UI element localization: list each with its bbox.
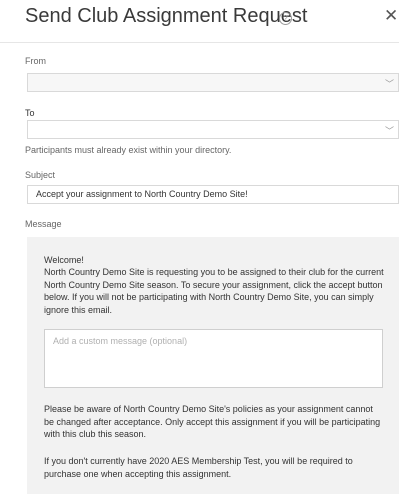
to-label: To [25,108,35,118]
subject-input[interactable]: Accept your assignment to North Country … [27,185,399,204]
to-select[interactable]: ﹀ [27,120,399,139]
from-select[interactable]: ﹀ [27,73,399,92]
message-preview: Welcome! North Country Demo Site is requ… [27,237,399,494]
chevron-down-icon: ﹀ [384,79,394,89]
close-icon[interactable]: ✕ [384,6,398,26]
custom-message-input[interactable]: Add a custom message (optional) [44,329,383,388]
from-label: From [25,56,46,66]
dialog-title: Send Club Assignment Request [25,5,308,27]
to-hint: Participants must already exist within y… [25,145,232,155]
dialog-header: Send Club Assignment Request ? ✕ [0,0,399,40]
message-body: North Country Demo Site is requesting yo… [44,267,384,315]
chevron-down-icon: ﹀ [384,126,394,136]
message-greeting: Welcome! [44,255,84,265]
policy-text: Please be aware of North Country Demo Si… [44,404,381,439]
question-circle-icon[interactable]: ? [279,12,292,25]
subject-label: Subject [25,170,56,180]
header-divider [0,42,399,43]
membership-text: If you don't currently have 2020 AES Mem… [44,456,353,479]
message-label: Message [25,219,62,229]
